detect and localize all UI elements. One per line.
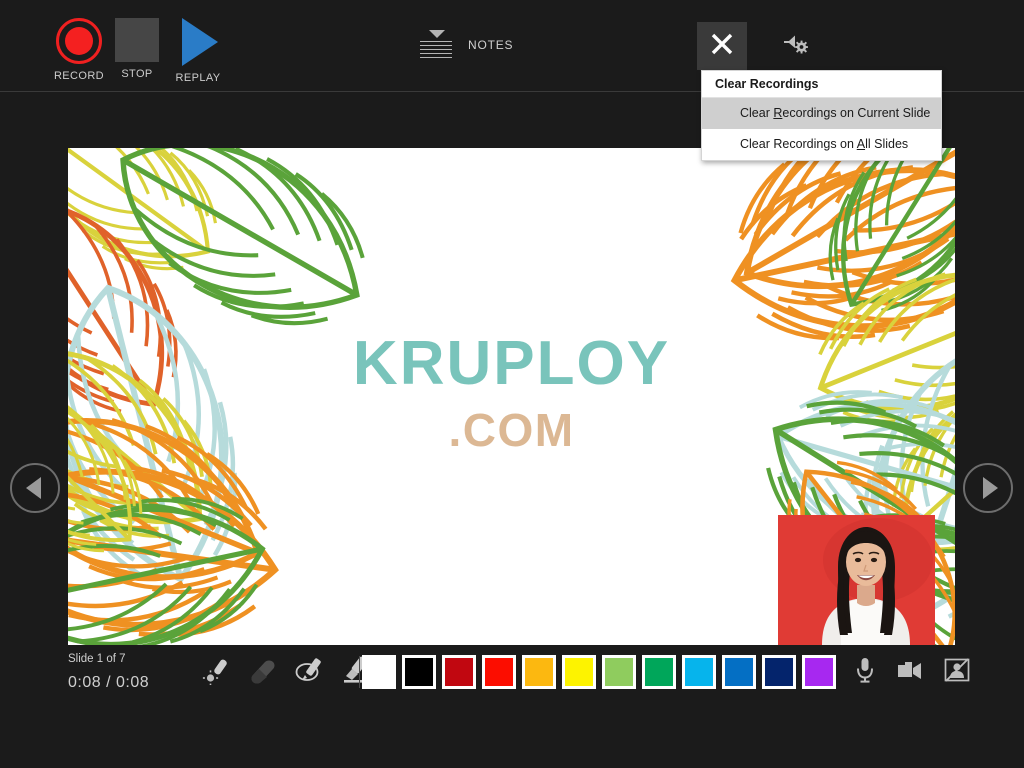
speaker-gear-icon	[780, 31, 810, 62]
presenter-video-image	[778, 515, 935, 645]
microphone-button[interactable]	[848, 655, 882, 689]
previous-slide-arrow-icon	[26, 477, 41, 499]
color-swatch-black[interactable]	[402, 655, 436, 689]
laser-pointer-button[interactable]	[198, 653, 236, 691]
erase-all-ink-icon	[293, 655, 325, 690]
eraser-icon	[247, 655, 279, 690]
stop-button[interactable]: STOP	[113, 18, 161, 80]
close-x-icon	[709, 31, 735, 62]
color-swatch-amber[interactable]	[522, 655, 556, 689]
menu-header: Clear Recordings	[702, 71, 941, 98]
next-slide-button[interactable]	[963, 463, 1013, 513]
play-triangle-icon	[182, 18, 218, 66]
record-icon	[56, 18, 102, 64]
recording-window: RECORD STOP REPLAY NOTES Clear Recording…	[0, 0, 1024, 768]
color-swatch-light-green[interactable]	[602, 655, 636, 689]
erase-all-ink-button[interactable]	[290, 653, 328, 691]
notes-label: NOTES	[468, 38, 514, 52]
ink-tools	[198, 653, 374, 691]
toolbar-divider	[359, 656, 360, 688]
stop-label: STOP	[121, 68, 153, 80]
eraser-button[interactable]	[244, 653, 282, 691]
camera-button[interactable]	[894, 655, 928, 689]
color-swatch-yellow[interactable]	[562, 655, 596, 689]
color-swatch-blue[interactable]	[722, 655, 756, 689]
slide-counter: Slide 1 of 7	[68, 653, 126, 665]
clear-recordings-menu: Clear Recordings Clear Recordings on Cur…	[701, 70, 942, 161]
slide-stage: KRUPLOY .COM	[0, 93, 1024, 648]
notes-icon	[418, 28, 454, 62]
replay-button[interactable]: REPLAY	[172, 18, 224, 84]
bottom-toolbar: Slide 1 of 7 0:08 / 0:08	[0, 648, 1024, 768]
camera-icon	[896, 658, 926, 687]
laser-pointer-icon	[202, 655, 232, 690]
menu-item-clear-all-slides[interactable]: Clear Recordings on All Slides	[702, 129, 941, 160]
previous-slide-button[interactable]	[10, 463, 60, 513]
microphone-icon	[853, 656, 877, 689]
replay-label: REPLAY	[175, 72, 221, 84]
next-slide-arrow-icon	[982, 477, 998, 499]
clear-recordings-button[interactable]	[697, 22, 747, 70]
slide-canvas[interactable]: KRUPLOY .COM	[68, 148, 955, 645]
color-swatch-cyan[interactable]	[682, 655, 716, 689]
menu-item-clear-current-slide[interactable]: Clear Recordings on Current Slide	[702, 98, 941, 129]
record-button[interactable]: RECORD	[52, 18, 106, 82]
record-label: RECORD	[53, 70, 105, 82]
ink-color-palette	[362, 655, 836, 689]
color-swatch-dark-red[interactable]	[442, 655, 476, 689]
camera-preview-off-button[interactable]	[940, 655, 974, 689]
color-swatch-red[interactable]	[482, 655, 516, 689]
media-controls	[848, 655, 974, 689]
audio-settings-button[interactable]	[772, 26, 818, 66]
color-swatch-white[interactable]	[362, 655, 396, 689]
recording-timer: 0:08 / 0:08	[68, 674, 150, 691]
camera-preview-off-icon	[943, 656, 971, 689]
notes-button[interactable]: NOTES	[418, 28, 513, 62]
webcam-preview[interactable]	[778, 515, 935, 645]
color-swatch-navy[interactable]	[762, 655, 796, 689]
color-swatch-green[interactable]	[642, 655, 676, 689]
color-swatch-purple[interactable]	[802, 655, 836, 689]
stop-icon	[115, 18, 159, 62]
